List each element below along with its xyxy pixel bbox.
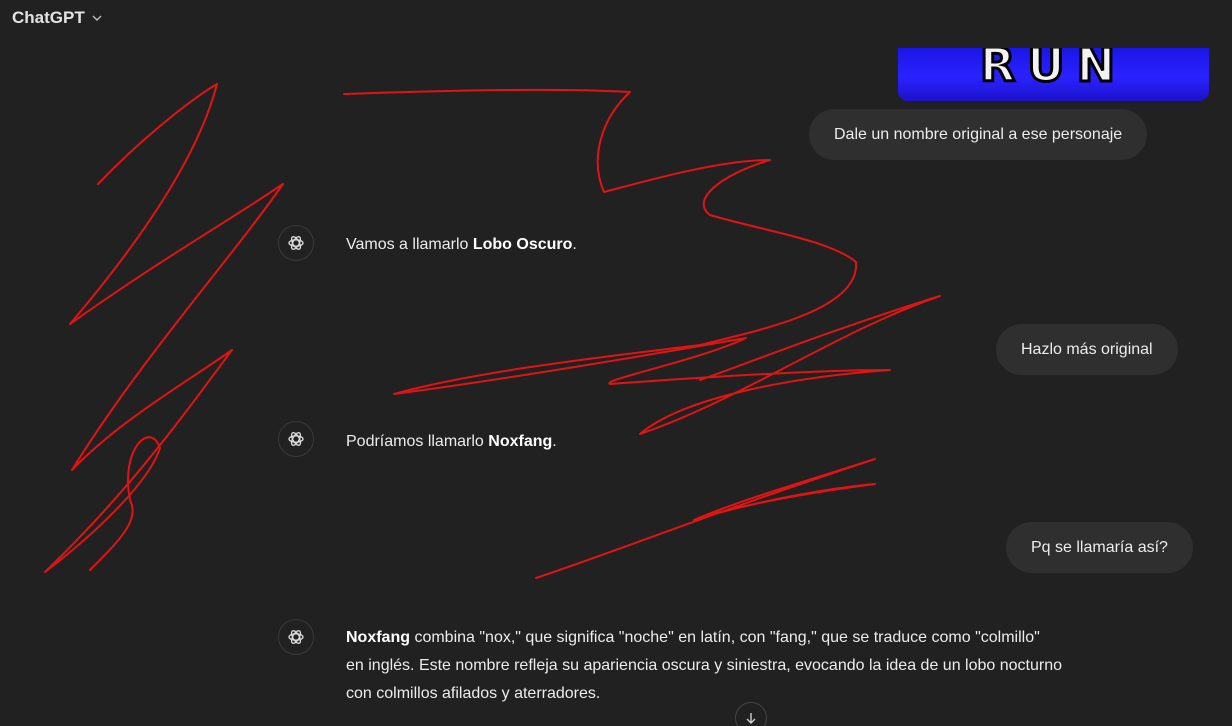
chevron-down-icon [92,15,102,21]
assistant-message-bold: Noxfang [346,629,410,646]
assistant-avatar [278,225,314,261]
arrow-down-icon [746,713,756,724]
assistant-message-text: Podríamos llamarlo [346,433,489,450]
assistant-message-suffix: . [572,236,577,253]
user-message: Dale un nombre original a ese personaje [809,109,1148,160]
chat-page: ChatGPT RUN Dale un nombre original a es… [0,0,1232,726]
user-message: Hazlo más original [996,324,1178,375]
assistant-message: Vamos a llamarlo Lobo Oscuro. [346,231,577,259]
assistant-message-bold: Lobo Oscuro [472,236,573,253]
model-switcher[interactable]: ChatGPT [12,8,103,28]
assistant-message-suffix: . [552,433,557,450]
assistant-message-line: en inglés. Este nombre refleja su aparie… [346,657,1062,674]
uploaded-image-preview[interactable]: RUN [898,48,1209,101]
model-label: ChatGPT [12,8,85,27]
assistant-message-line: con colmillos afilados y aterradores. [346,685,601,702]
assistant-message-text: combina "nox," que significa "noche" en … [410,629,1040,646]
scroll-to-bottom-button[interactable] [735,702,767,726]
openai-logo-icon [288,236,304,250]
assistant-message-text: Vamos a llamarlo [346,236,473,253]
assistant-message: Podríamos llamarlo Noxfang. [346,428,557,456]
assistant-avatar [278,421,314,457]
openai-logo-icon [288,432,304,446]
assistant-message-line: Noxfang combina "nox," que significa "no… [346,624,1062,652]
assistant-message: Noxfang combina "nox," que significa "no… [346,624,1062,708]
openai-logo-icon [288,630,304,644]
assistant-message-bold: Noxfang [488,433,553,450]
assistant-avatar [278,619,314,655]
user-message: Pq se llamaría así? [1006,522,1193,573]
image-preview-text: RUN [978,48,1128,94]
